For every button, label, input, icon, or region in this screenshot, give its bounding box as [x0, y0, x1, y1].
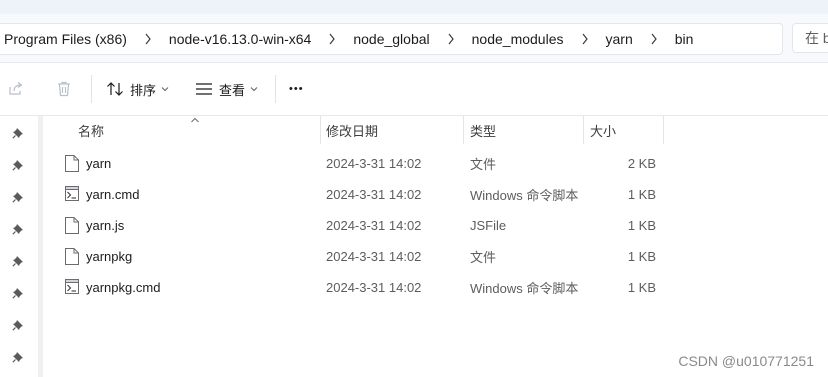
- file-row[interactable]: yarn.cmd 2024-3-31 14:02 Windows 命令脚本 1 …: [43, 179, 828, 210]
- chevron-right-icon[interactable]: [315, 33, 349, 45]
- column-separator[interactable]: [583, 116, 584, 144]
- blank-file-icon: [65, 217, 79, 234]
- file-size: 1 KB: [627, 218, 656, 233]
- column-separator[interactable]: [663, 116, 664, 144]
- column-header: 名称 修改日期 类型 大小: [43, 116, 828, 144]
- column-name-label: 名称: [78, 123, 105, 139]
- file-row[interactable]: yarnpkg.cmd 2024-3-31 14:02 Windows 命令脚本…: [43, 272, 828, 303]
- breadcrumb-node-global[interactable]: node_global: [349, 31, 433, 47]
- more-options-button[interactable]: •••: [289, 75, 304, 103]
- chevron-right-icon[interactable]: [637, 33, 671, 45]
- pin-icon[interactable]: [11, 318, 25, 332]
- file-modified: 2024-3-31 14:02: [326, 249, 422, 264]
- column-type[interactable]: 类型: [470, 116, 580, 144]
- file-list: yarn 2024-3-31 14:02 文件 2 KB yarn.cmd 20…: [43, 148, 828, 303]
- more-icon: •••: [289, 83, 304, 95]
- breadcrumb-program-files[interactable]: Program Files (x86): [0, 31, 131, 47]
- file-type: 文件: [470, 157, 497, 172]
- file-type: Windows 命令脚本: [470, 188, 579, 203]
- file-name: yarn.js: [86, 218, 125, 233]
- file-name: yarn.cmd: [86, 187, 140, 202]
- column-name[interactable]: 名称: [78, 116, 313, 144]
- column-size[interactable]: 大小: [590, 116, 660, 144]
- script-file-icon: [65, 279, 79, 294]
- file-modified: 2024-3-31 14:02: [326, 156, 422, 171]
- file-explorer-window: Program Files (x86) node-v16.13.0-win-x6…: [0, 0, 828, 377]
- file-modified: 2024-3-31 14:02: [326, 280, 422, 295]
- file-name: yarn: [86, 156, 112, 171]
- column-separator[interactable]: [463, 116, 464, 144]
- column-separator[interactable]: [320, 116, 321, 144]
- file-row[interactable]: yarn.js 2024-3-31 14:02 JSFile 1 KB: [43, 210, 828, 241]
- breadcrumb-node-modules[interactable]: node_modules: [468, 31, 568, 47]
- sort-icon: [106, 81, 124, 97]
- file-type: JSFile: [470, 218, 507, 233]
- column-modified[interactable]: 修改日期: [326, 116, 461, 144]
- column-size-label: 大小: [590, 123, 617, 139]
- breadcrumb-yarn[interactable]: yarn: [602, 31, 637, 47]
- breadcrumb-node-dir[interactable]: node-v16.13.0-win-x64: [165, 31, 315, 47]
- address-row: Program Files (x86) node-v16.13.0-win-x6…: [0, 14, 828, 63]
- blank-file-icon: [65, 155, 79, 172]
- view-button[interactable]: 查看: [195, 75, 258, 103]
- view-icon: [195, 82, 213, 96]
- file-modified: 2024-3-31 14:02: [326, 187, 422, 202]
- tab-strip: [0, 0, 828, 14]
- chevron-right-icon[interactable]: [131, 33, 165, 45]
- pin-icon[interactable]: [11, 254, 25, 268]
- column-type-label: 类型: [470, 123, 497, 139]
- file-size: 1 KB: [627, 280, 656, 295]
- file-row[interactable]: yarn 2024-3-31 14:02 文件 2 KB: [43, 148, 828, 179]
- file-size: 2 KB: [627, 156, 656, 171]
- delete-icon[interactable]: [54, 79, 74, 99]
- file-size: 1 KB: [627, 187, 656, 202]
- watermark: CSDN @u010771251: [678, 353, 814, 369]
- pin-icon[interactable]: [11, 126, 25, 140]
- address-bar[interactable]: Program Files (x86) node-v16.13.0-win-x6…: [0, 23, 783, 55]
- command-bar: 排序 查看 •••: [0, 63, 828, 116]
- pin-icon[interactable]: [11, 158, 25, 172]
- file-name: yarnpkg: [86, 249, 133, 264]
- sort-label: 排序: [130, 82, 157, 98]
- pin-icon[interactable]: [11, 190, 25, 204]
- quick-access-pins: [0, 116, 38, 377]
- file-type: 文件: [470, 250, 497, 265]
- file-row[interactable]: yarnpkg 2024-3-31 14:02 文件 1 KB: [43, 241, 828, 272]
- file-name: yarnpkg.cmd: [86, 280, 161, 295]
- toolbar-divider: [91, 75, 92, 103]
- chevron-down-icon: [250, 86, 258, 92]
- file-type: Windows 命令脚本: [470, 281, 579, 296]
- file-modified: 2024-3-31 14:02: [326, 218, 422, 233]
- blank-file-icon: [65, 248, 79, 265]
- sort-button[interactable]: 排序: [106, 75, 169, 103]
- column-modified-label: 修改日期: [326, 123, 379, 139]
- pin-icon[interactable]: [11, 222, 25, 236]
- file-size: 1 KB: [627, 249, 656, 264]
- share-icon[interactable]: [6, 79, 26, 99]
- breadcrumb-bin[interactable]: bin: [671, 31, 698, 47]
- pin-icon[interactable]: [11, 286, 25, 300]
- search-input[interactable]: 在 bin 中搜索: [792, 23, 828, 53]
- chevron-down-icon: [161, 86, 169, 92]
- pin-icon[interactable]: [11, 350, 25, 364]
- chevron-right-icon[interactable]: [568, 33, 602, 45]
- script-file-icon: [65, 186, 79, 201]
- view-label: 查看: [219, 82, 246, 98]
- toolbar-divider: [275, 75, 276, 103]
- chevron-right-icon[interactable]: [434, 33, 468, 45]
